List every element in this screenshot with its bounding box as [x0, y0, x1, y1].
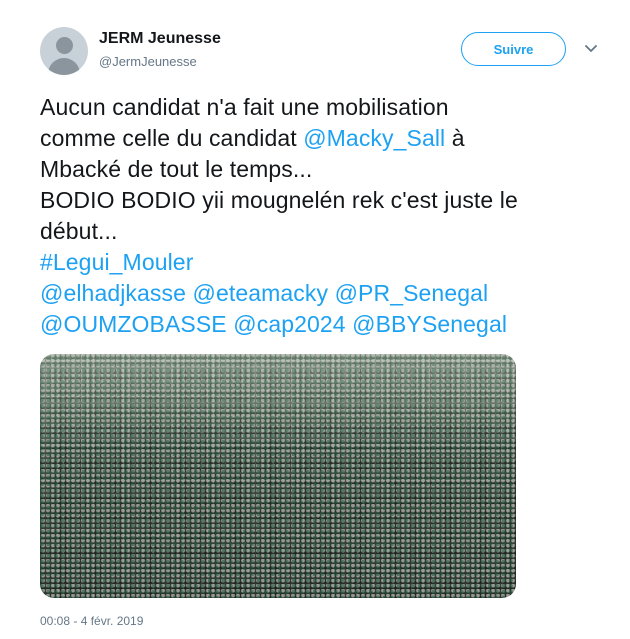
mention-link[interactable]: @OUMZOBASSE — [40, 311, 227, 337]
tweet-line: #Legui_Mouler — [40, 247, 615, 278]
tweet-card: JERM Jeunesse @JermJeunesse Suivre Aucun… — [0, 0, 630, 639]
tweet-line: début... — [40, 218, 118, 244]
mention-link[interactable]: @BBYSenegal — [352, 311, 507, 337]
tweet-line: Mbacké de tout le temps... — [40, 156, 313, 182]
tweet-line: comme celle du candidat @Macky_Sall à — [40, 123, 615, 154]
mention-link[interactable]: @Macky_Sall — [303, 125, 445, 151]
tweet-photo[interactable] — [40, 354, 516, 598]
tweet-line: @elhadjkasse @eteamacky @PR_Senegal — [40, 278, 615, 309]
mention-link[interactable]: @cap2024 — [233, 311, 345, 337]
tweet-timestamp[interactable]: 00:08 - 4 févr. 2019 — [40, 614, 143, 628]
tweet-text-fragment: comme celle du candidat — [40, 125, 304, 151]
tweet-text: Aucun candidat n'a fait une mobilisation… — [40, 92, 615, 340]
tweet-line: @OUMZOBASSE @cap2024 @BBYSenegal — [40, 309, 615, 340]
tweet-line: Aucun candidat n'a fait une mobilisation — [40, 94, 449, 120]
tweet-line: BODIO BODIO yii mougnelén rek c'est just… — [40, 187, 518, 213]
author-name[interactable]: JERM Jeunesse — [99, 30, 221, 48]
mention-link[interactable]: @PR_Senegal — [335, 280, 489, 306]
mention-link[interactable]: @elhadjkasse — [40, 280, 186, 306]
follow-button[interactable]: Suivre — [461, 32, 566, 66]
hashtag-link[interactable]: #Legui_Mouler — [40, 249, 193, 275]
mention-link[interactable]: @eteamacky — [193, 280, 329, 306]
avatar-body-shape — [48, 58, 80, 75]
author-handle[interactable]: @JermJeunesse — [99, 54, 197, 69]
chevron-down-icon[interactable] — [583, 41, 599, 57]
avatar[interactable] — [40, 27, 88, 75]
avatar-head-shape — [56, 37, 73, 54]
tweet-text-fragment: à — [445, 125, 465, 151]
